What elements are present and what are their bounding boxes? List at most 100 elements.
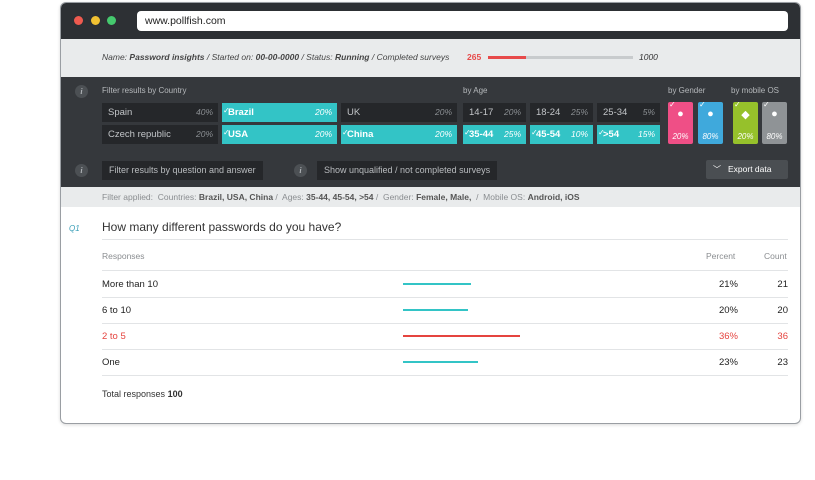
info-icon[interactable]: i [294,164,307,177]
show-unqualified-button[interactable]: Show unqualified / not completed surveys [317,161,498,180]
os-tile-android[interactable]: ✓ ◆ 20% [733,100,758,144]
chip-percent: 20% [503,107,521,117]
country-chip-uk[interactable]: UK 20% [341,103,457,122]
info-icon[interactable]: i [75,164,88,177]
male-icon: ● [707,108,714,120]
country-chip-china[interactable]: ✓ China 20% [341,125,457,144]
chip-label: USA [228,129,249,140]
response-percent: 23% [718,357,738,368]
question-number: Q1 [69,224,80,233]
chip-label: >54 [603,129,620,140]
chip-percent: 20% [314,129,332,139]
chip-percent: 20% [434,107,452,117]
response-row: More than 10 21% 21 [61,271,800,297]
minimize-window-button[interactable] [91,16,100,25]
chip-percent: 20% [434,129,452,139]
chip-label: UK [347,107,361,118]
maximize-window-button[interactable] [107,16,116,25]
chip-label: 14-17 [469,107,494,118]
total-label: Total responses [102,389,166,399]
applied-os-label: Mobile OS: [483,192,526,202]
completed-count: 265 [467,52,482,62]
filter-by-question-button[interactable]: Filter results by question and answer [102,161,263,180]
chip-percent: 40% [195,107,213,117]
response-label: One [102,357,120,368]
browser-chrome: www.pollfish.com [61,3,800,39]
response-row: 2 to 5 36% 36 [61,323,800,349]
filter-applied-summary: Filter applied: Countries: Brazil, USA, … [102,192,580,202]
response-bar [403,335,520,337]
gender-tile-female[interactable]: ✓ ● 20% [668,100,693,144]
country-chip-czech-republic[interactable]: Czech republic 20% [102,125,218,144]
age-chip-18-24[interactable]: 18-24 25% [530,103,593,122]
survey-name: Password insights [129,52,205,62]
applied-ages-label: Ages: [282,192,304,202]
chip-label: 18-24 [536,107,561,118]
completion-progress-fill [488,56,527,59]
chip-percent: 20% [314,107,332,117]
responses-column-header: Responses [102,251,145,261]
applied-gender-label: Gender: [382,192,414,202]
survey-info-bar: Name: Password insights / Started on: 00… [61,39,800,77]
chip-label: Spain [108,107,133,118]
os-tile-ios[interactable]: ✓ ● 80% [762,100,787,144]
gender-percent: 80% [702,132,719,141]
gender-tile-male[interactable]: ✓ ● 80% [698,100,723,144]
close-window-button[interactable] [74,16,83,25]
response-bar [403,361,478,363]
country-chip-usa[interactable]: ✓ USA 20% [222,125,337,144]
response-percent: 21% [718,279,738,290]
response-row: One 23% 23 [61,349,800,375]
divider [102,239,788,240]
applied-os: Android, iOS [527,192,580,202]
completion-progress-bar [488,56,633,59]
started-label: Started on: [211,52,254,62]
age-chip-45-54[interactable]: ✓ 45-54 10% [530,125,593,144]
total-responses: Total responses 100 [102,389,183,399]
survey-meta: Name: Password insights / Started on: 00… [102,52,449,62]
divider [102,375,788,376]
chip-percent: 5% [642,107,655,117]
age-chip-25-34[interactable]: 25-34 5% [597,103,660,122]
country-chip-spain[interactable]: Spain 40% [102,103,218,122]
response-label: More than 10 [102,279,158,290]
chip-percent: 15% [637,129,655,139]
chip-label: 25-34 [603,107,628,118]
chip-percent: 25% [570,107,588,117]
apple-icon: ● [771,108,778,120]
response-count: 20 [777,305,788,316]
started-date: 00-00-0000 [255,52,300,62]
response-bar [403,283,471,285]
percent-column-header: Percent [706,251,736,261]
filter-panel: i Filter results by Country by Age by Ge… [61,77,800,187]
chip-label: Brazil [228,107,254,118]
chip-label: China [347,129,374,140]
gender-percent: 20% [672,132,689,141]
status-label: Status: [306,52,333,62]
response-label: 6 to 10 [102,305,132,316]
response-percent: 20% [718,305,738,316]
age-chip-35-44[interactable]: ✓ 35-44 25% [463,125,526,144]
info-icon[interactable]: i [75,85,88,98]
age-chip-54-plus[interactable]: ✓ >54 15% [597,125,660,144]
separator: / [204,52,212,62]
age-chip-14-17[interactable]: 14-17 20% [463,103,526,122]
applied-ages: 35-44, 45-54, >54 [306,192,374,202]
female-icon: ● [677,108,684,120]
export-data-button[interactable]: ﹀ Export data [706,160,788,179]
chip-label: 45-54 [536,129,561,140]
response-label: 2 to 5 [102,331,126,342]
country-chip-brazil[interactable]: ✓ Brazil 20% [222,103,337,122]
name-label: Name: [102,52,128,62]
total-value: 100 [167,389,183,399]
applied-gender: Female, Male, [416,192,472,202]
address-bar[interactable]: www.pollfish.com [137,11,788,31]
response-count: 36 [777,331,788,342]
response-count: 21 [777,279,788,290]
chip-percent: 10% [570,129,588,139]
response-percent: 36% [718,331,738,342]
chip-percent: 20% [195,129,213,139]
response-bar [403,309,468,311]
question-text: How many different passwords do you have… [102,220,342,234]
export-label: Export data [728,164,772,174]
